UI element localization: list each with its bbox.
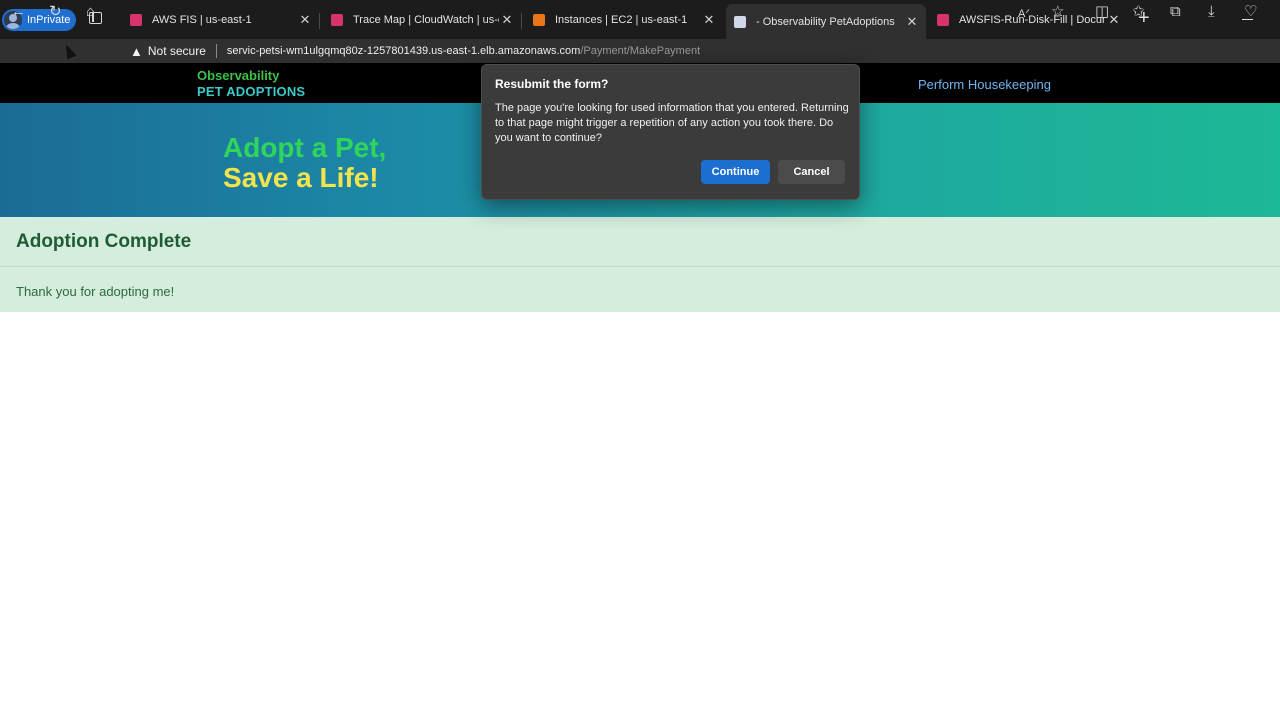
tab-close-icon[interactable]: ✕ (297, 12, 313, 28)
tab-close-icon[interactable]: ✕ (904, 14, 920, 30)
browser-tab-1[interactable]: AWS FIS | us-east-1 ✕ (122, 4, 320, 36)
back-icon[interactable]: ← (11, 3, 26, 21)
address-bar[interactable]: ▲ Not secure servic-petsi-wm1ulgqmq80z-1… (120, 39, 980, 63)
tab-title: - Observability PetAdoptions (756, 15, 895, 28)
tab-separator (319, 13, 320, 29)
continue-button[interactable]: Continue (701, 160, 770, 184)
url-host[interactable]: servic-petsi-wm1ulgqmq80z-1257801439.us-… (227, 45, 580, 57)
collections-icon[interactable]: ⧉ (1170, 3, 1181, 21)
favorites-icon[interactable]: ✩ (1132, 3, 1145, 21)
aws-favicon-icon (130, 14, 142, 26)
page-favicon-icon (734, 15, 746, 28)
read-aloud-icon[interactable]: Aᐟ (1018, 5, 1030, 23)
home-icon[interactable]: ⌂ (86, 3, 95, 21)
downloads-icon[interactable]: ⤓ (1208, 3, 1215, 21)
browser-tab-2[interactable]: Trace Map | CloudWatch | us-eas ✕ (323, 4, 522, 36)
ec2-favicon-icon (533, 14, 545, 26)
security-status[interactable]: Not secure (148, 44, 206, 58)
split-screen-icon[interactable]: ◫ (1095, 3, 1109, 21)
browser-tab-active[interactable]: - Observability PetAdoptions ✕ (726, 4, 926, 39)
hero-headline-1: Adopt a Pet, (223, 132, 387, 163)
tab-separator (521, 13, 522, 29)
ssm-favicon-icon (937, 14, 949, 26)
thank-you-message: Thank you for adopting me! (16, 284, 175, 299)
tab-close-icon[interactable]: ✕ (701, 12, 717, 28)
cloudwatch-favicon-icon (331, 14, 343, 26)
warning-icon[interactable]: ▲ (130, 44, 143, 59)
dialog-message: The page you're looking for used informa… (495, 102, 849, 144)
tab-title: Trace Map | CloudWatch | us-eas (353, 14, 499, 26)
dialog-title: Resubmit the form? (495, 77, 609, 91)
brand-observability[interactable]: Observability (197, 68, 279, 83)
nav-perform-housekeeping-link[interactable]: Perform Housekeeping (918, 77, 1051, 92)
hero-headline-2: Save a Life! (223, 162, 379, 193)
tab-title: AWS FIS | us-east-1 (152, 14, 252, 26)
cancel-button[interactable]: Cancel (778, 160, 845, 184)
refresh-icon[interactable]: ↻ (49, 3, 62, 21)
tab-close-icon[interactable]: ✕ (499, 12, 515, 28)
tab-title: AWSFIS-Run-Disk-Fill | Documen (959, 14, 1106, 26)
brand-pet-adoptions[interactable]: PET ADOPTIONS (197, 84, 305, 99)
adoption-complete-panel (0, 217, 1280, 312)
address-divider (215, 44, 217, 58)
url-path[interactable]: /Payment/MakePayment (580, 45, 700, 57)
favorite-star-icon[interactable]: ☆ (1051, 3, 1064, 21)
section-divider (0, 266, 1280, 267)
section-title: Adoption Complete (16, 231, 192, 252)
tab-title: Instances | EC2 | us-east-1 (555, 14, 688, 26)
browser-tab-3[interactable]: Instances | EC2 | us-east-1 ✕ (525, 4, 723, 36)
browser-essentials-icon[interactable]: ♡ (1244, 3, 1257, 21)
